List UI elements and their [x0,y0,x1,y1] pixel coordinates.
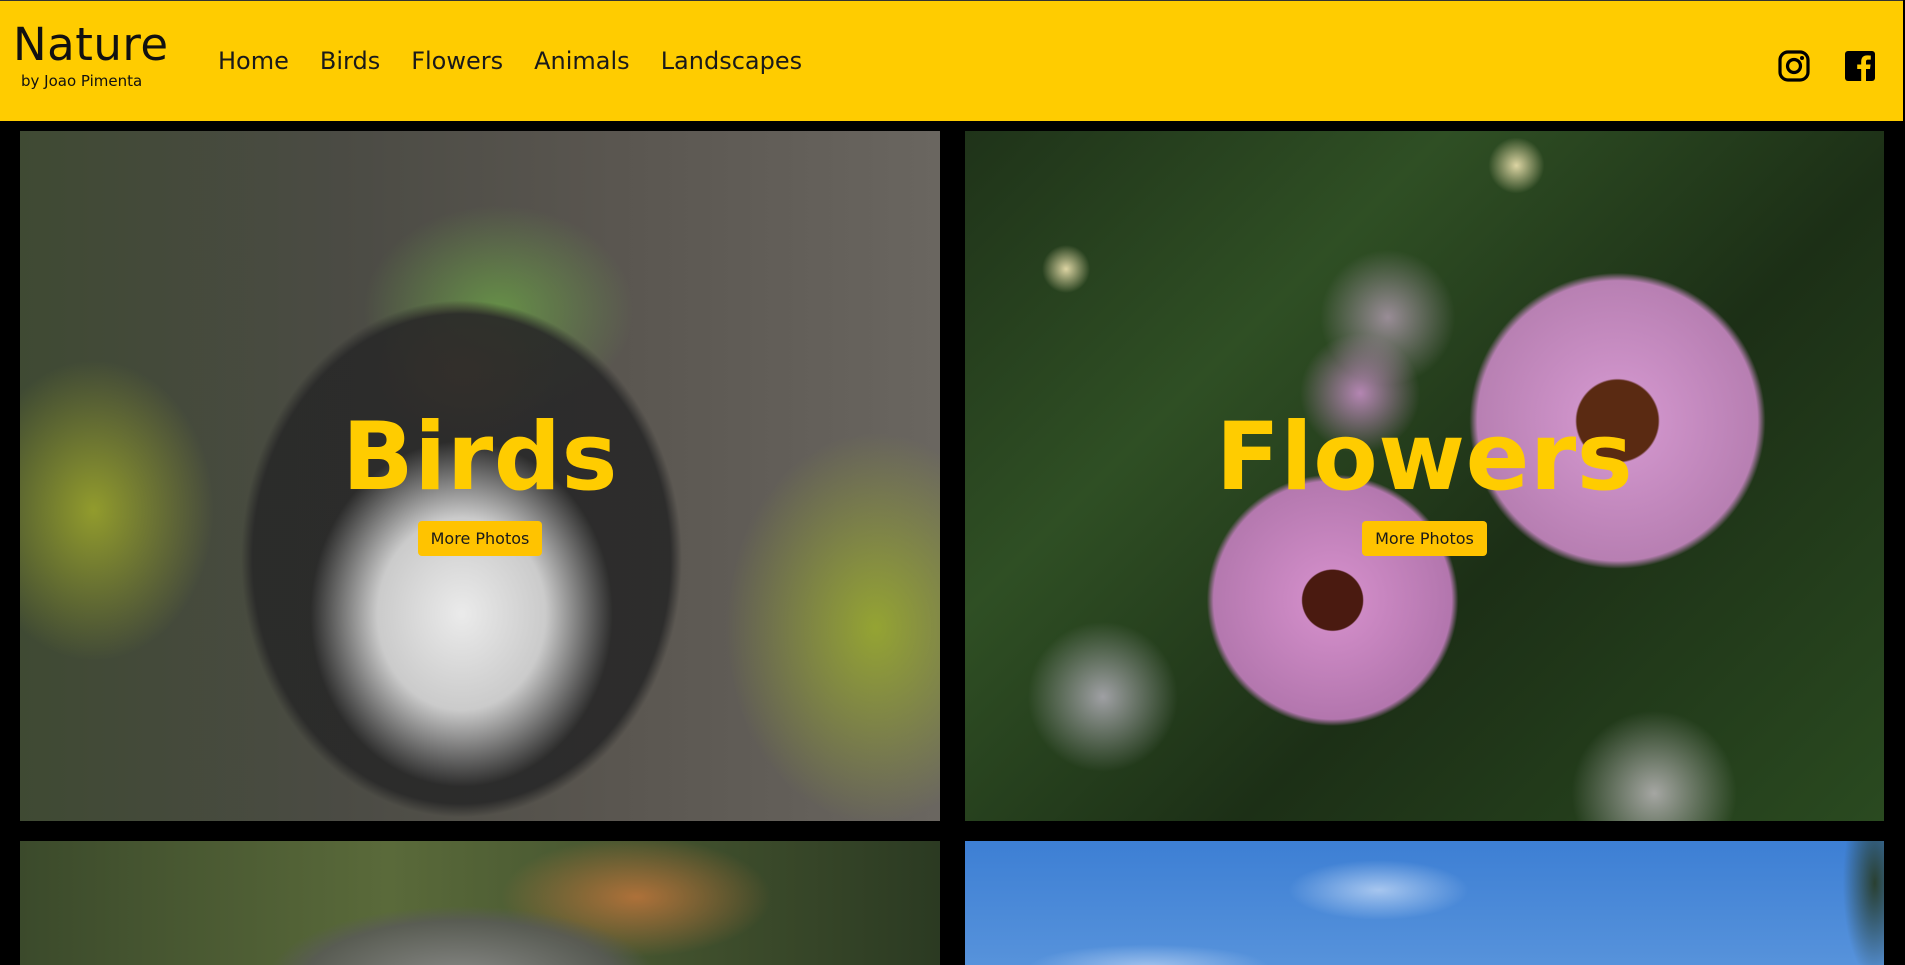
site-header: Nature by Joao Pimenta Home Birds Flower… [0,0,1903,121]
card-overlay: Birds More Photos [20,411,940,556]
gallery-card-flowers: Flowers More Photos [965,131,1884,821]
brand-title: Nature [13,18,169,71]
gallery-card-birds: Birds More Photos [20,131,940,821]
card-overlay: Flowers More Photos [965,411,1884,556]
gallery-card-animals [20,841,940,965]
nav-item-flowers[interactable]: Flowers [411,47,503,75]
nav-item-animals[interactable]: Animals [534,47,630,75]
brand[interactable]: Nature by Joao Pimenta [13,18,169,91]
gallery-card-landscapes [965,841,1884,965]
iguana-photo [20,841,940,965]
nav-item-birds[interactable]: Birds [320,47,380,75]
nav-item-home[interactable]: Home [218,47,289,75]
card-title: Birds [342,403,618,512]
social-links [1777,49,1877,83]
facebook-icon[interactable] [1843,49,1877,83]
nav-item-landscapes[interactable]: Landscapes [661,47,802,75]
more-photos-button[interactable]: More Photos [1362,521,1487,556]
card-title: Flowers [1215,403,1634,512]
sky-photo [965,841,1884,965]
brand-subtitle: by Joao Pimenta [21,72,143,90]
instagram-icon[interactable] [1777,49,1811,83]
app-root: Nature by Joao Pimenta Home Birds Flower… [0,0,1905,965]
more-photos-button[interactable]: More Photos [417,521,543,556]
main-nav: Home Birds Flowers Animals Landscapes [218,47,802,75]
